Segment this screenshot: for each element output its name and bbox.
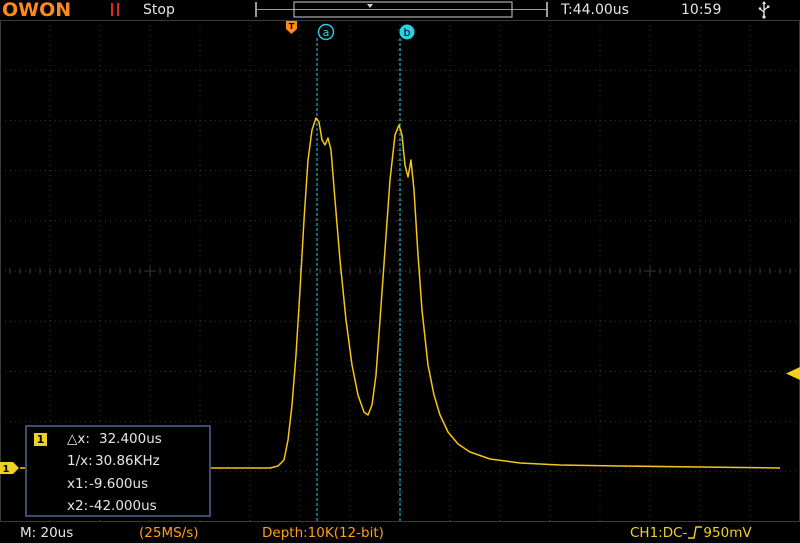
trigger-time: T:44.00us — [561, 2, 629, 18]
x2-label: x2: — [67, 498, 89, 514]
clock: 10:59 — [681, 2, 722, 18]
delta-x-value: 32.400us — [99, 431, 162, 447]
x2-value: -42.000us — [89, 498, 157, 514]
channel-1-trigger-level: 950mV — [703, 525, 752, 541]
run-state-label[interactable]: Stop — [143, 1, 175, 19]
channel-1-status[interactable]: CH1:DC- 950mV — [630, 524, 752, 542]
trigger-position-marker[interactable]: T — [286, 21, 297, 34]
measurement-channel-badge: 1 — [34, 433, 47, 446]
cursor-b-label: b — [404, 26, 411, 39]
x1-label: x1: — [67, 476, 89, 492]
delta-x-label: △x: — [67, 431, 90, 447]
cursor-a-marker[interactable]: a — [317, 23, 335, 41]
cursor-a-label: a — [323, 26, 330, 39]
sample-rate-readout: (25MS/s) — [139, 525, 199, 541]
channel-1-coupling: CH1:DC- — [630, 525, 688, 541]
trigger-level-marker[interactable] — [786, 367, 800, 380]
rising-edge-icon — [688, 526, 703, 539]
cursor-measurement-panel: 1 △x: 32.400us 1/x: 30.86KHz x1: -9.600u… — [25, 425, 211, 517]
usb-icon — [758, 1, 770, 19]
trigger-marker-label: T — [289, 22, 295, 31]
status-bar: OWON Stop T:44.00us 10:59 — [0, 0, 800, 20]
channel-1-ground-marker[interactable]: 1 — [0, 462, 19, 475]
brand-logo: OWON — [2, 0, 72, 21]
channel-1-marker-label: 1 — [3, 464, 10, 475]
inverse-x-label: 1/x: — [67, 453, 93, 469]
pause-icon[interactable] — [111, 3, 121, 16]
timebase-readout[interactable]: M: 20us — [20, 524, 73, 542]
record-depth-readout[interactable]: Depth:10K(12-bit) — [262, 524, 384, 542]
inverse-x-value: 30.86KHz — [95, 453, 160, 469]
memory-position-bar[interactable] — [254, 1, 549, 18]
x1-value: -9.600us — [89, 476, 149, 492]
footer-bar: M: 20us (25MS/s) Depth:10K(12-bit) CH1:D… — [0, 522, 800, 543]
cursor-b-marker[interactable]: b — [399, 24, 415, 40]
